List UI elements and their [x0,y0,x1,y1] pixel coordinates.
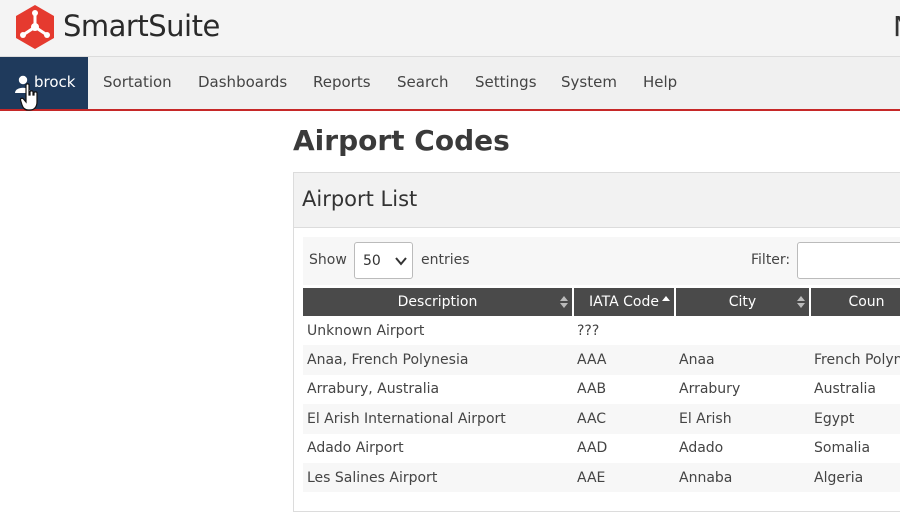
sort-ascending-icon [662,296,670,301]
top-bar: SmartSuite N [0,0,900,57]
cell-country: French Polyn [810,345,900,375]
column-header-label: City [728,294,757,310]
cell-iata-code: AAB [577,381,607,398]
cell-city [675,316,810,345]
airport-list-panel: Airport List Show 50 entries Filter: Des… [293,172,900,512]
cell-iata-code: ??? [577,322,600,339]
cell-iata-code: AAD [577,440,608,457]
entries-label: entries [421,252,470,268]
chevron-down-icon [395,257,407,266]
cell-city: Arrabury [679,381,741,398]
page-title: Airport Codes [293,124,510,157]
page-size-select[interactable]: 50 [354,242,413,279]
nav-item-help[interactable]: Help [643,73,677,91]
cell-country: Egypt [810,404,900,434]
smartsuite-logo-icon[interactable] [14,4,56,50]
cell-iata-code: AAE [573,462,675,493]
cell-description: Unknown Airport [307,322,425,339]
cell-description: Les Salines Airport [303,462,573,493]
cell-city: Adado [679,440,724,457]
table-header-row: Description IATA Code City Coun [303,288,900,316]
filter-input[interactable] [797,242,900,279]
column-header-iata-code[interactable]: IATA Code [573,288,676,316]
cell-city: Anaa [675,345,810,375]
page-size-value: 50 [363,253,381,269]
filter-label: Filter: [751,252,791,268]
column-header-label: IATA Code [589,294,659,310]
nav-item-dashboards[interactable]: Dashboards [198,73,287,91]
cell-description: El Arish International Airport [303,404,573,434]
sort-both-icon [797,296,805,308]
cell-iata-code: AAC [573,404,675,434]
cell-iata-code: AAA [573,345,675,375]
hand-cursor-icon [20,83,38,111]
show-label: Show [309,252,347,268]
cell-country: Somalia [814,440,871,457]
cell-country: Australia [814,381,876,398]
top-right-text: N [893,10,900,43]
main-nav: brock Sortation Dashboards Reports Searc… [0,57,900,111]
column-header-city[interactable]: City [675,288,811,316]
table-row[interactable]: Arrabury, Australia AAB Arrabury Austral… [303,375,900,404]
nav-item-settings[interactable]: Settings [475,73,537,91]
cell-description: Adado Airport [307,440,404,457]
nav-user-label: brock [34,73,76,91]
column-header-country[interactable]: Coun [810,288,900,316]
table-controls: Show 50 entries Filter: [303,237,900,285]
panel-header: Airport List [294,173,900,228]
cell-city: El Arish [675,404,810,434]
cell-country [810,316,900,345]
column-header-label: Description [397,294,478,310]
nav-item-reports[interactable]: Reports [313,73,371,91]
table-row[interactable]: Adado Airport AAD Adado Somalia [303,434,900,463]
table-row[interactable]: Les Salines Airport AAE Annaba Algeria [303,462,900,493]
column-header-description[interactable]: Description [303,288,574,316]
airport-table: Description IATA Code City Coun Unknown … [303,288,900,493]
nav-item-search[interactable]: Search [397,73,449,91]
cell-country: Algeria [810,462,900,493]
table-row[interactable]: Unknown Airport ??? [303,316,900,345]
column-header-label: Coun [848,294,885,310]
cell-description: Anaa, French Polynesia [303,345,573,375]
nav-item-system[interactable]: System [561,73,617,91]
cell-description: Arrabury, Australia [307,381,440,398]
sort-both-icon [560,296,568,308]
nav-item-sortation[interactable]: Sortation [103,73,172,91]
nav-user-menu[interactable]: brock [0,57,88,111]
brand-name[interactable]: SmartSuite [63,9,220,43]
panel-title: Airport List [302,187,418,211]
table-row[interactable]: Anaa, French Polynesia AAA Anaa French P… [303,345,900,375]
cell-city: Annaba [675,462,810,493]
table-row[interactable]: El Arish International Airport AAC El Ar… [303,404,900,434]
